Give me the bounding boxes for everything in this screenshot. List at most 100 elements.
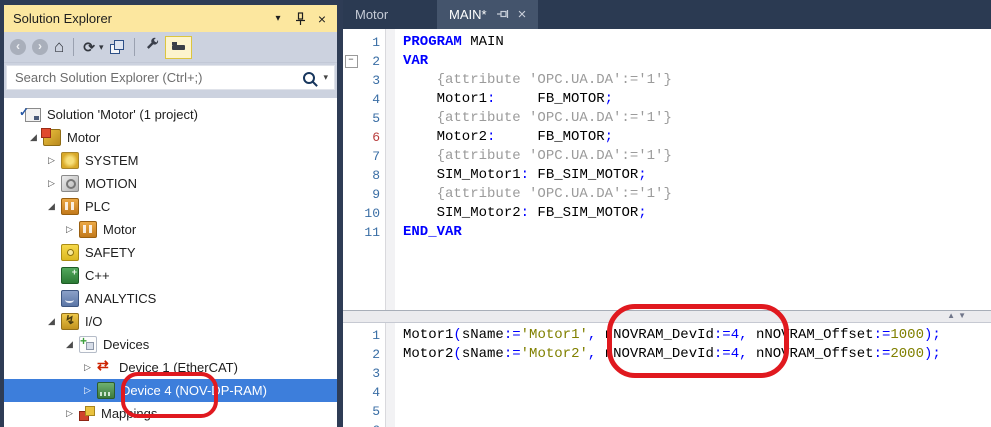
code-text: Motor1(sName:='Motor1', nNOVRAM_DevId:=4… [395,326,941,345]
back-button[interactable]: ‹ [10,39,26,55]
expander-collapsed-icon[interactable]: ▷ [80,362,95,373]
code-token: ; [638,205,646,221]
expander-expanded-icon[interactable]: ◢ [26,132,41,143]
code-line[interactable]: 9 {attribute 'OPC.UA.DA':='1'} [343,185,991,204]
tab-close-icon[interactable]: × [518,7,527,22]
declaration-editor[interactable]: 1 PROGRAM MAIN−2VAR3 {attribute 'OPC.UA.D… [343,29,991,310]
window-position-icon[interactable]: ▾ [270,11,286,27]
expander-expanded-icon[interactable]: ◢ [62,339,77,350]
code-line[interactable]: 2Motor2(sName:='Motor2', nNOVRAM_DevId:=… [343,345,991,364]
solution-tree: ✓Solution 'Motor' (1 project)◢Motor▷SYST… [4,98,337,427]
close-icon[interactable]: × [314,11,330,27]
preview-selected-items-toggle[interactable] [165,36,192,59]
expander-expanded-icon[interactable]: ◢ [44,316,59,327]
expander-collapsed-icon[interactable]: ▷ [62,224,77,235]
tree-item-mappings[interactable]: ▷Mappings [4,402,337,425]
collapse-all-button[interactable] [110,40,125,55]
line-number: 6 [359,421,385,427]
forward-button[interactable]: › [32,39,48,55]
splitter-arrows-icon[interactable]: ▲▼ [947,311,969,320]
expander-collapsed-icon[interactable]: ▷ [44,155,59,166]
tree-item-label: MOTION [85,176,137,191]
code-token: {attribute 'OPC.UA.DA':='1'} [403,186,672,202]
editor-splitter[interactable]: ▲▼ [343,310,991,323]
code-line[interactable]: 8 SIM_Motor1: FB_SIM_MOTOR; [343,166,991,185]
solution-explorer-panel: Solution Explorer ▾ × ‹ › ⌂ ⟳ ▾ [4,5,337,427]
plc-icon [79,221,97,238]
code-line[interactable]: 6 Motor2: FB_MOTOR; [343,128,991,147]
tree-item-solution-motor-1-project[interactable]: ✓Solution 'Motor' (1 project) [4,103,337,126]
expander-collapsed-icon[interactable]: ▷ [44,178,59,189]
code-line[interactable]: 1 PROGRAM MAIN [343,33,991,52]
solution-explorer-toolbar: ‹ › ⌂ ⟳ ▾ [4,32,337,63]
code-token: := [714,327,731,343]
code-text: VAR [395,52,428,71]
code-line[interactable]: 7 {attribute 'OPC.UA.DA':='1'} [343,147,991,166]
code-token: END_VAR [403,224,462,240]
code-line[interactable]: 5 {attribute 'OPC.UA.DA':='1'} [343,109,991,128]
code-line[interactable]: 3 [343,364,991,383]
code-line[interactable]: 5 [343,402,991,421]
tree-item-label: Device 1 (EtherCAT) [119,360,238,375]
tree-item-motor[interactable]: ▷Motor [4,218,337,241]
code-line[interactable]: 1Motor1(sName:='Motor1', nNOVRAM_DevId:=… [343,326,991,345]
code-line[interactable]: 10 SIM_Motor2: FB_SIM_MOTOR; [343,204,991,223]
io-icon [61,313,79,330]
checked-icon: ✓ [19,105,29,119]
code-text: PROGRAM MAIN [395,33,504,52]
code-text: {attribute 'OPC.UA.DA':='1'} [395,185,672,204]
tree-item-motor[interactable]: ◢Motor [4,126,337,149]
sync-active-document-button[interactable]: ⟳ [83,39,95,56]
tree-item-analytics[interactable]: ANALYTICS [4,287,337,310]
collapse-region-icon[interactable]: − [345,55,358,68]
search-options-icon[interactable]: ▾ [323,72,328,83]
code-line[interactable]: 6 [343,421,991,427]
code-line[interactable]: −2VAR [343,52,991,71]
tab-pin-icon[interactable] [496,8,509,21]
code-token: sName [462,327,504,343]
expander-collapsed-icon[interactable]: ▷ [80,385,95,396]
implementation-editor[interactable]: 1Motor1(sName:='Motor1', nNOVRAM_DevId:=… [343,323,991,427]
code-line[interactable]: 4 [343,383,991,402]
code-line[interactable]: 11END_VAR [343,223,991,242]
tab-main[interactable]: MAIN* × [437,0,538,29]
tree-item-motion[interactable]: ▷ MOTION [4,172,337,195]
code-token: ; [638,167,646,183]
code-token: SIM_Motor2 [403,205,521,221]
search-input[interactable] [13,69,303,86]
expander-collapsed-icon[interactable]: ▷ [62,408,77,419]
tree-item-device-4-nov-dp-ram[interactable]: ▷Device 4 (NOV-DP-RAM) [4,379,337,402]
expander-expanded-icon[interactable]: ◢ [44,201,59,212]
tree-item-c[interactable]: C++ [4,264,337,287]
code-token: {attribute 'OPC.UA.DA':='1'} [403,110,672,126]
tree-item-plc[interactable]: ◢PLC [4,195,337,218]
tree-item-safety[interactable]: SAFETY [4,241,337,264]
tree-item-i-o[interactable]: ◢I/O [4,310,337,333]
code-token: 'Motor2' [521,346,588,362]
code-token: := [874,327,891,343]
code-token: nNOVRAM_DevId [605,346,714,362]
pin-icon[interactable] [292,11,308,27]
tree-item-system[interactable]: ▷SYSTEM [4,149,337,172]
code-token: , [588,346,605,362]
code-line[interactable]: 3 {attribute 'OPC.UA.DA':='1'} [343,71,991,90]
properties-wrench-button[interactable] [144,37,159,57]
line-number: 1 [359,33,385,52]
motion-icon [61,175,79,192]
line-number: 10 [359,204,385,223]
sync-dropdown-icon[interactable]: ▾ [99,42,104,53]
search-icon[interactable] [303,72,315,84]
search-box[interactable]: ▾ [6,65,335,90]
home-button[interactable]: ⌂ [54,39,64,55]
code-line[interactable]: 4 Motor1: FB_MOTOR; [343,90,991,109]
tree-item-device-1-ethercat[interactable]: ▷ Device 1 (EtherCAT) [4,356,337,379]
code-token: : [521,205,529,221]
code-token: nNOVRAM_DevId [605,327,714,343]
tree-item-devices[interactable]: ◢Devices [4,333,337,356]
code-token: 'Motor1' [521,327,588,343]
toolbar-separator [134,38,135,56]
code-token: ); [924,327,941,343]
code-token: Motor1 [403,327,453,343]
code-token: FB_MOTOR [495,91,604,107]
tab-motor[interactable]: Motor [343,0,437,29]
